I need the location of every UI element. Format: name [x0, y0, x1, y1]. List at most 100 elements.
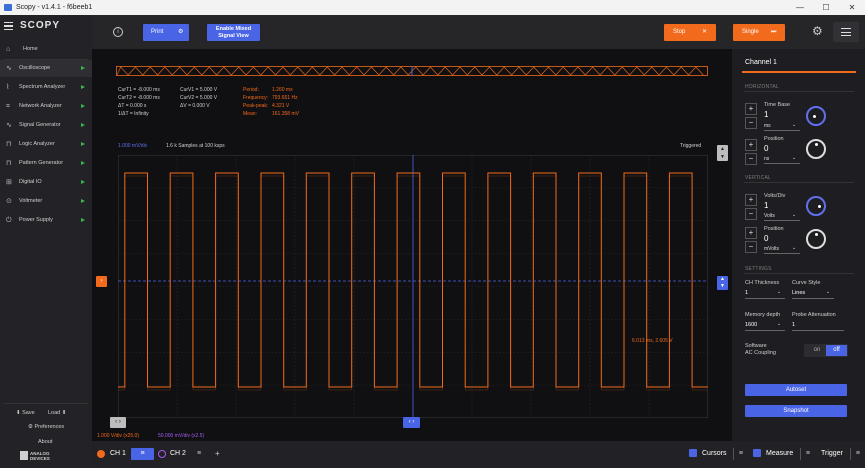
timebase-unit[interactable]: ms: [764, 123, 771, 129]
sidebar-item-pattern-generator[interactable]: ⊓ Pattern Generator: [0, 155, 92, 172]
vpos-unit-chevron-icon[interactable]: ⌄: [792, 245, 796, 251]
ch2-label[interactable]: CH 2: [170, 450, 186, 457]
volts-unit[interactable]: Volts: [764, 213, 775, 219]
hpos-unit[interactable]: ns: [764, 156, 769, 162]
ac-coupling-label-line1: Software: [745, 343, 767, 349]
run-status-icon: [81, 161, 85, 165]
print-settings-icon[interactable]: ⚙: [178, 24, 183, 41]
print-button[interactable]: Print ⚙: [143, 24, 189, 41]
volts-increment-button[interactable]: +: [745, 194, 757, 206]
trigger-level-marker[interactable]: ▲ ▼: [717, 276, 728, 290]
single-button[interactable]: Single ⏭: [733, 24, 785, 41]
hpos-knob[interactable]: [806, 139, 826, 159]
chevron-down-icon[interactable]: ⌄: [826, 289, 830, 295]
ch1-indicator-icon[interactable]: [97, 450, 105, 458]
trigger-menu-button[interactable]: ≡: [850, 448, 860, 460]
single-label: Single: [742, 29, 759, 35]
curve-style-select[interactable]: Lines: [792, 290, 805, 296]
about-button[interactable]: About: [38, 439, 52, 445]
ch-thickness-select[interactable]: 1: [745, 290, 748, 296]
home-icon: ⌂: [6, 46, 11, 53]
toggle-on-label[interactable]: on: [808, 344, 826, 357]
memory-depth-select[interactable]: 1600: [745, 322, 757, 328]
oscilloscope-icon: ∿: [6, 65, 12, 72]
preferences-label: Preferences: [34, 424, 65, 430]
close-button[interactable]: ✕: [839, 0, 865, 15]
vpos-increment-button[interactable]: +: [745, 227, 757, 239]
timebase-value[interactable]: 1: [764, 110, 768, 119]
ch1-label[interactable]: CH 1: [110, 450, 126, 457]
timebase-decrement-button[interactable]: −: [745, 117, 757, 129]
cursors-label[interactable]: Cursors: [702, 450, 727, 457]
add-channel-button[interactable]: +: [215, 449, 220, 458]
snapshot-button[interactable]: Snapshot: [745, 405, 847, 417]
vertical-scroll-handle[interactable]: ▲ ▼: [717, 145, 728, 161]
settings-gear-icon[interactable]: ⚙: [812, 24, 823, 38]
vpos-decrement-button[interactable]: −: [745, 241, 757, 253]
ch2-indicator-icon[interactable]: [158, 450, 166, 458]
sidebar-item-label: Spectrum Analyzer: [19, 84, 66, 90]
trigger-position-marker[interactable]: ‹ ›: [403, 417, 420, 428]
load-button[interactable]: Load ⬆: [48, 410, 66, 416]
hpos-increment-button[interactable]: +: [745, 139, 757, 151]
enable-mixed-signal-button[interactable]: Enable Mixed Signal View: [207, 24, 260, 41]
sidebar-item-voltmeter[interactable]: ⊙ Voltmeter: [0, 193, 92, 210]
timebase-increment-button[interactable]: +: [745, 103, 757, 115]
sidebar-item-signal-generator[interactable]: ∿ Signal Generator: [0, 117, 92, 134]
maximize-button[interactable]: ☐: [813, 0, 839, 15]
ch1-menu-button[interactable]: ≡: [131, 448, 154, 460]
menu-icon[interactable]: [4, 22, 13, 30]
measure-label[interactable]: Measure: [766, 450, 793, 457]
horizontal-section-title: HORIZONTAL: [745, 84, 779, 90]
cursors-checkbox[interactable]: [689, 449, 697, 457]
trigger-label[interactable]: Trigger: [821, 450, 843, 457]
period-value: 1.260 ms: [272, 87, 293, 93]
volts-unit-chevron-icon[interactable]: ⌄: [792, 212, 796, 218]
preferences-button[interactable]: ⚙ Preferences: [28, 424, 64, 430]
save-button[interactable]: ⬇ Save: [16, 410, 35, 416]
sidebar-item-oscilloscope[interactable]: ∿ Oscilloscope: [0, 60, 92, 77]
toggle-off-label[interactable]: off: [826, 345, 847, 356]
timebase-knob[interactable]: [806, 106, 826, 126]
measure-checkbox[interactable]: [753, 449, 761, 457]
probe-attenuation-input[interactable]: 1: [792, 322, 795, 328]
autoset-button[interactable]: Autoset: [745, 384, 847, 396]
cursors-menu-button[interactable]: ≡: [733, 448, 743, 460]
sidebar-item-label: Power Supply: [19, 217, 53, 223]
sidebar-item-spectrum-analyzer[interactable]: ⌇ Spectrum Analyzer: [0, 79, 92, 96]
horizontal-scroll-handle[interactable]: ‹ ›: [110, 417, 126, 428]
measure-menu-button[interactable]: ≡: [800, 448, 810, 460]
vpos-knob[interactable]: [806, 229, 826, 249]
ch2-menu-button[interactable]: ≡: [192, 448, 206, 460]
info-icon[interactable]: i: [113, 27, 123, 37]
menu-toggle-button[interactable]: [833, 22, 859, 42]
hpos-unit-chevron-icon[interactable]: ⌄: [792, 155, 796, 161]
sidebar-item-label: Pattern Generator: [19, 160, 64, 166]
volts-per-div-value[interactable]: 1: [764, 201, 768, 210]
peak-peak-value: 4.321 V: [272, 103, 290, 109]
sidebar-item-power-supply[interactable]: ⏻ Power Supply: [0, 212, 92, 229]
single-step-icon: ⏭: [771, 29, 777, 35]
timeline-overview[interactable]: [116, 66, 708, 76]
vpos-value[interactable]: 0: [764, 234, 768, 243]
volts-decrement-button[interactable]: −: [745, 208, 757, 220]
voltmeter-icon: ⊙: [6, 198, 12, 205]
hpos-decrement-button[interactable]: −: [745, 153, 757, 165]
sidebar-item-digital-io[interactable]: ⊞ Digital IO: [0, 174, 92, 191]
volts-knob[interactable]: [806, 196, 826, 216]
ac-coupling-toggle[interactable]: on off: [804, 344, 848, 357]
input-underline: [792, 298, 834, 299]
oscilloscope-plot[interactable]: [118, 155, 708, 418]
run-status-icon: [81, 180, 85, 184]
chevron-down-icon[interactable]: ⌄: [777, 321, 781, 327]
sidebar-item-logic-analyzer[interactable]: ⊓ Logic Analyzer: [0, 136, 92, 153]
hpos-value[interactable]: 0: [764, 144, 768, 153]
ch1-offset-marker[interactable]: ›: [96, 276, 107, 287]
sidebar-item-home[interactable]: ⌂ Home: [0, 41, 92, 58]
minimize-button[interactable]: —: [787, 0, 813, 15]
sidebar-item-network-analyzer[interactable]: ⌗ Network Analyzer: [0, 98, 92, 115]
chevron-down-icon[interactable]: ⌄: [777, 289, 781, 295]
timebase-unit-chevron-icon[interactable]: ⌄: [792, 122, 796, 128]
stop-button[interactable]: Stop ✕: [664, 24, 716, 41]
vpos-unit[interactable]: mVolts: [764, 246, 779, 252]
